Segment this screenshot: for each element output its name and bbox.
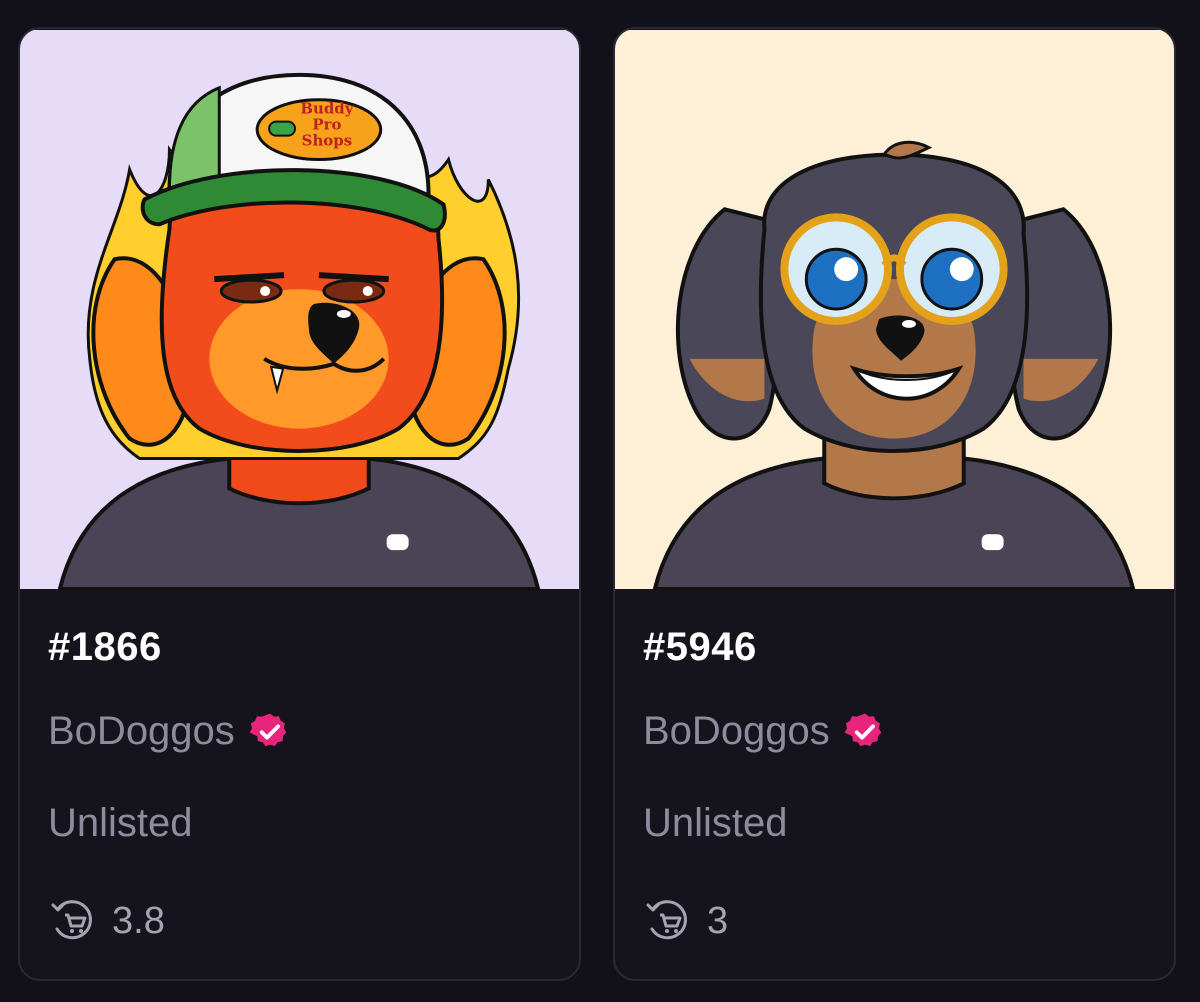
sales-count: 3 — [707, 899, 729, 942]
token-id: #1866 — [48, 625, 162, 669]
collection-name[interactable]: BoDoggos — [48, 709, 235, 754]
listing-status: Unlisted — [643, 801, 788, 845]
token-id: #5946 — [643, 625, 757, 669]
nft-card[interactable]: Buddy Pro Shops #1866 BoDoggos Unlisted … — [18, 27, 581, 981]
nft-artwork[interactable]: Buddy Pro Shops — [20, 29, 579, 590]
collection-name[interactable]: BoDoggos — [643, 709, 830, 754]
nft-card[interactable]: #5946 BoDoggos Unlisted 3 — [613, 27, 1176, 981]
sales-stat: 3.8 — [48, 895, 165, 947]
nft-artwork[interactable] — [615, 29, 1174, 590]
verified-check-icon — [249, 711, 291, 753]
collection-row[interactable]: BoDoggos — [48, 709, 291, 754]
cart-cycle-icon — [643, 895, 695, 947]
hat-text-line: Shops — [302, 132, 352, 150]
glasses-dog-image — [615, 30, 1174, 590]
listing-status: Unlisted — [48, 801, 193, 845]
sales-stat: 3 — [643, 895, 728, 947]
sales-count: 3.8 — [112, 899, 165, 942]
flaming-dog-image: Buddy Pro Shops — [20, 30, 579, 590]
collection-row[interactable]: BoDoggos — [643, 709, 886, 754]
verified-check-icon — [844, 711, 886, 753]
cart-cycle-icon — [48, 895, 100, 947]
